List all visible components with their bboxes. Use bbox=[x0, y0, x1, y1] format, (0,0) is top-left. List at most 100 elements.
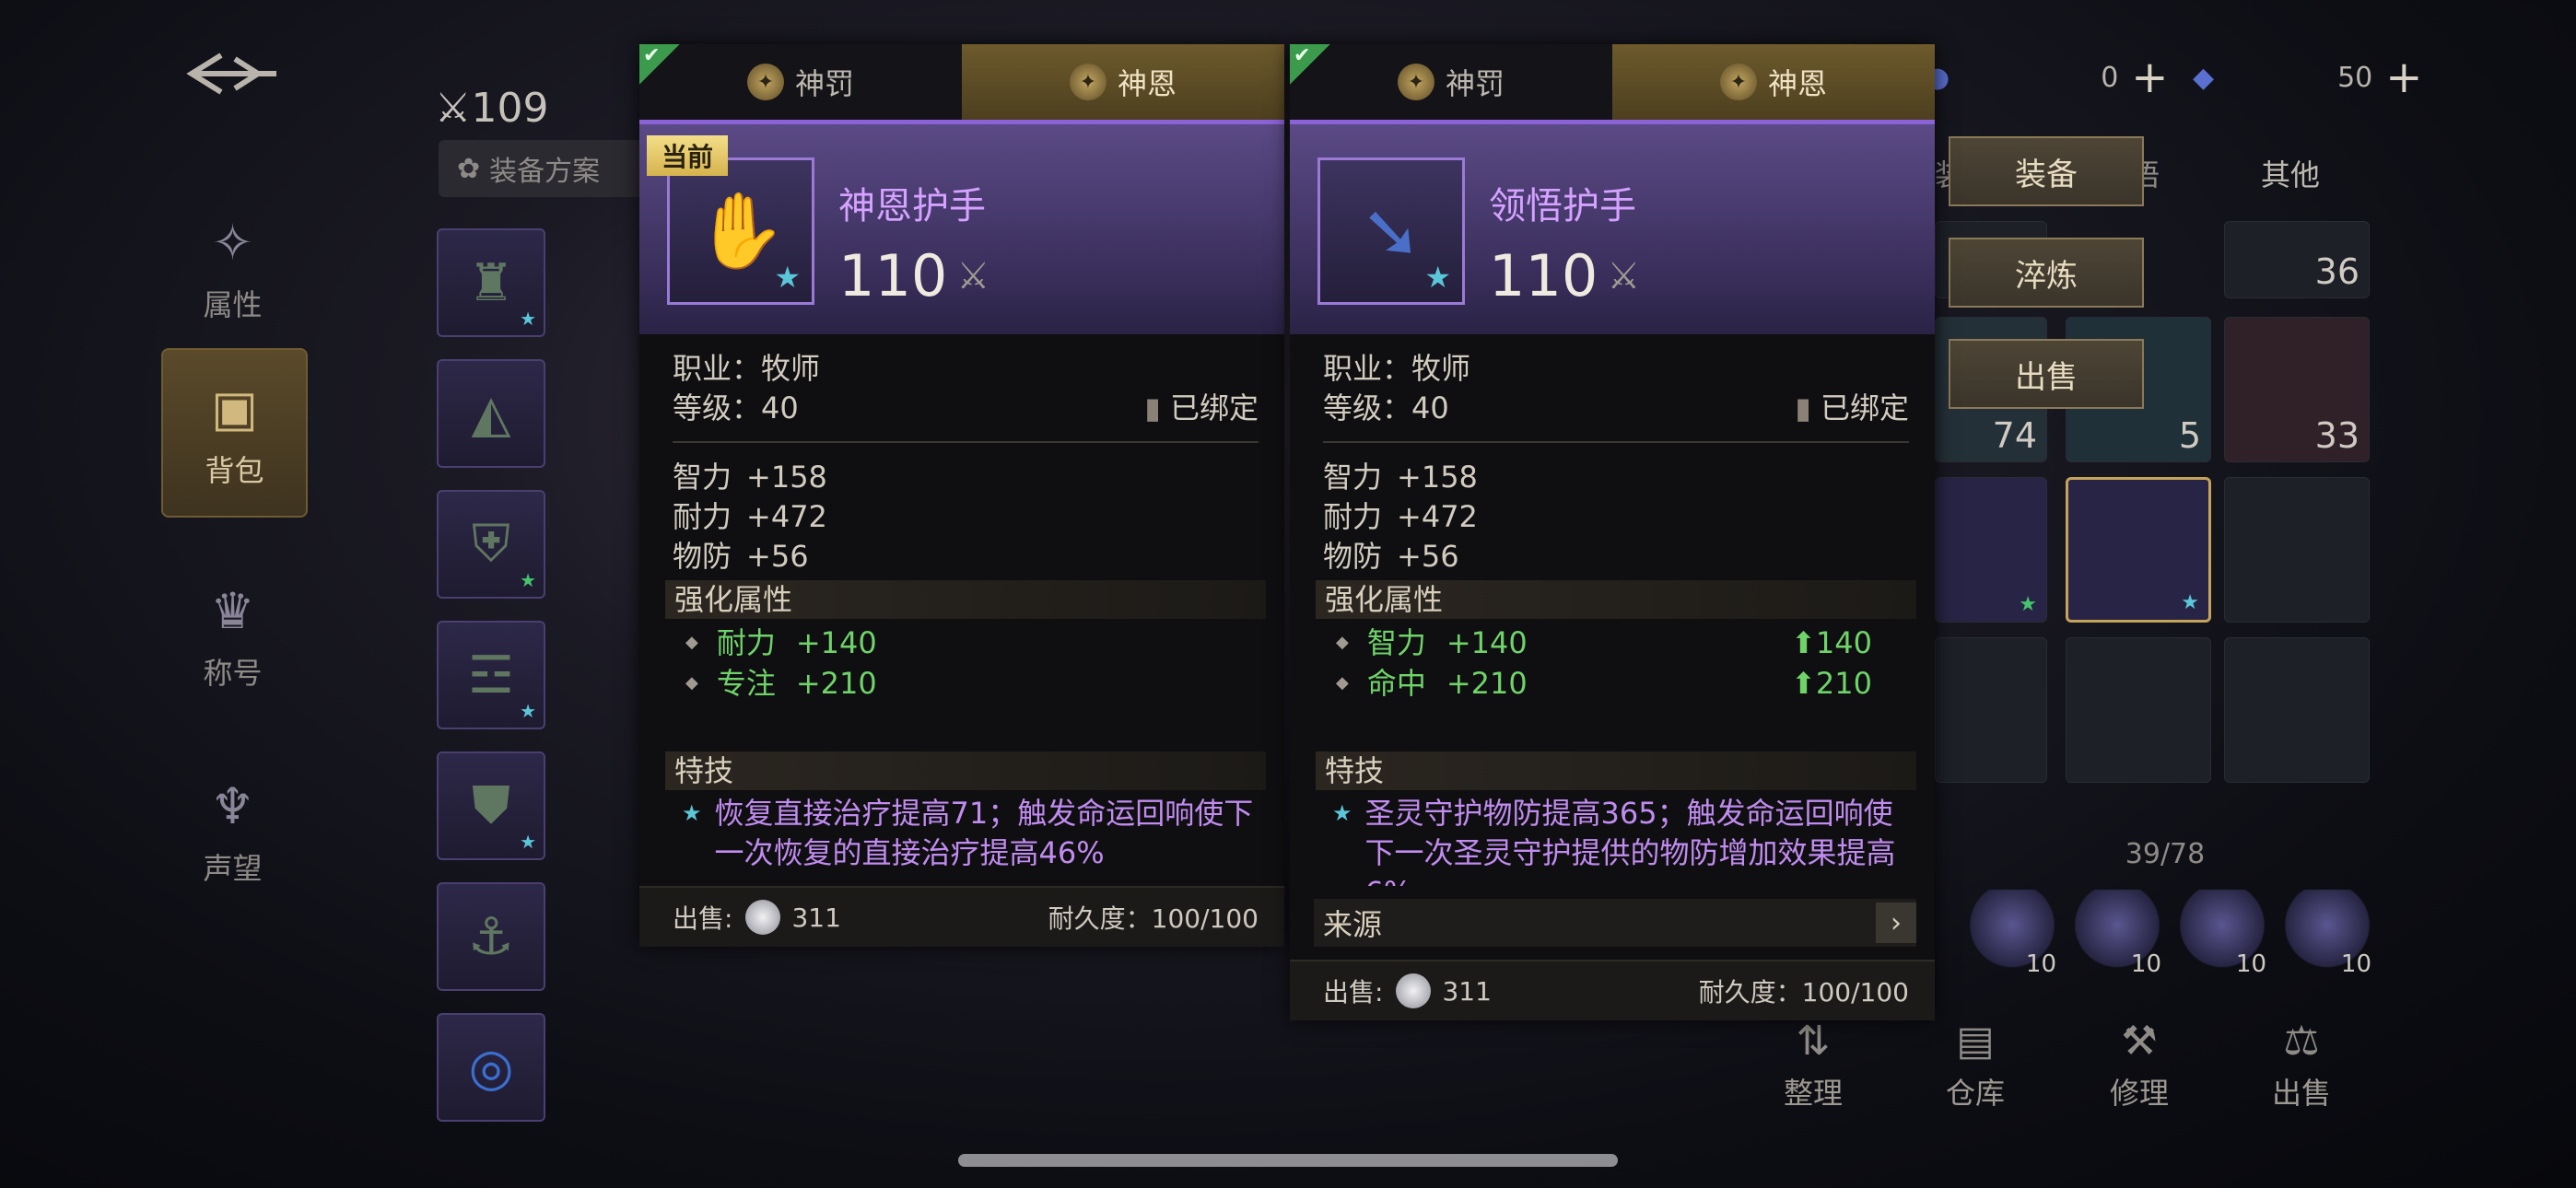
armor-icon: ⛨ bbox=[472, 514, 510, 574]
star-icon: ★ bbox=[1424, 260, 1451, 295]
star-icon: ★ bbox=[520, 569, 536, 591]
power-display: ⚔109 bbox=[435, 85, 548, 132]
backpack-icon: ▣ bbox=[210, 379, 259, 437]
home-indicator[interactable] bbox=[958, 1154, 1618, 1167]
consumable-bag-item[interactable]: 10 bbox=[2073, 890, 2161, 978]
stat-value: +56 bbox=[1397, 539, 1459, 574]
inventory-cell[interactable]: 33 bbox=[2224, 317, 2370, 462]
equip-slot-belt[interactable]: ☲ ★ bbox=[437, 621, 545, 729]
stat-name: 物防 bbox=[673, 539, 732, 574]
divider bbox=[1323, 441, 1909, 443]
skill-description: ★ 圣灵守护物防提高365；触发命运回响使下一次圣灵守护提供的物防增加效果提高6% bbox=[1323, 794, 1909, 886]
inventory-cell-empty[interactable] bbox=[2224, 477, 2370, 623]
emblem-icon: ✦ bbox=[746, 64, 784, 100]
gauntlet-icon: ★ bbox=[2019, 593, 2037, 616]
stat-name: 耐力 bbox=[673, 499, 732, 534]
enhance-value: +140 bbox=[1446, 625, 1528, 660]
equip-slot-boots[interactable]: ⚓ bbox=[437, 882, 545, 991]
nav-reputation-label: 声望 bbox=[203, 851, 263, 886]
currency-1-value: 0 bbox=[2101, 61, 2119, 94]
item-name: 神恩护手 bbox=[838, 185, 986, 227]
tab-divine-punish[interactable]: ✦ 神罚 bbox=[1290, 44, 1612, 120]
nav-title-label: 称号 bbox=[203, 656, 263, 691]
equip-slot-chest[interactable]: ⛨ ★ bbox=[437, 490, 545, 599]
repair-icon: ⚒ bbox=[2121, 1018, 2158, 1065]
enhance-row: ◆ 耐力 +140 bbox=[673, 623, 1259, 663]
inventory-cell[interactable]: ★ bbox=[1935, 477, 2047, 623]
diamond-icon: ◆ bbox=[1336, 633, 1349, 652]
equip-slot-shoulder[interactable]: ◭ bbox=[437, 359, 545, 468]
equip-scheme-label: 装备方案 bbox=[489, 156, 601, 188]
equip-slot-legs[interactable]: ⛊ ★ bbox=[437, 751, 545, 860]
warehouse-button[interactable]: ▤ 仓库 bbox=[1920, 1018, 2031, 1112]
item-tooltip-current: ✔ ✦ 神罚 ✦ 神恩 ✋ ★ 当前 神恩护手 110 ⚔ 职业： 牧师 等级： 40 ▮ … bbox=[639, 44, 1284, 947]
consumable-bag-item[interactable]: 10 bbox=[2283, 890, 2371, 978]
silver-coin-icon bbox=[745, 900, 781, 935]
back-button[interactable] bbox=[184, 46, 286, 101]
title-icon: ♛ bbox=[210, 581, 255, 640]
consumable-bag-item[interactable]: 10 bbox=[2178, 890, 2266, 978]
enhance-section-title: 强化属性 bbox=[665, 580, 1266, 619]
swords-icon: ⚔ bbox=[1607, 254, 1641, 297]
inventory-cell[interactable]: 36 bbox=[2224, 221, 2370, 298]
enhance-name: 智力 bbox=[1366, 625, 1426, 660]
add-currency-1-button[interactable]: + bbox=[2131, 55, 2168, 99]
nav-attribute[interactable]: ✧ 属性 bbox=[161, 184, 304, 350]
item-count: 10 bbox=[2025, 950, 2056, 978]
power-value: 109 bbox=[471, 85, 549, 132]
sell-button[interactable]: 出售 bbox=[1949, 339, 2144, 409]
diamond-icon: ◆ bbox=[685, 633, 698, 652]
bound-label: 已绑定 bbox=[1820, 390, 1909, 425]
star-icon: ★ bbox=[520, 700, 536, 722]
tab-divine-punish[interactable]: ✦ 神罚 bbox=[639, 44, 962, 120]
item-header: ✋ ★ 当前 神恩护手 110 ⚔ bbox=[639, 120, 1284, 334]
sell-price-label: 出售: bbox=[1323, 977, 1384, 1007]
bag-tab-other[interactable]: 其他 bbox=[2261, 152, 2320, 194]
item-count: 10 bbox=[2340, 950, 2371, 978]
nav-reputation[interactable]: ♆ 声望 bbox=[161, 748, 304, 914]
inventory-cell-empty[interactable] bbox=[2224, 637, 2370, 783]
nav-title[interactable]: ♛ 称号 bbox=[161, 553, 304, 718]
equip-button[interactable]: 装备 bbox=[1949, 136, 2144, 206]
refine-button[interactable]: 淬炼 bbox=[1949, 238, 2144, 308]
up-arrow-icon: ⬆140 bbox=[1791, 625, 1872, 660]
tab-divine-grace[interactable]: ✦ 神恩 bbox=[1612, 44, 1935, 120]
add-currency-2-button[interactable]: + bbox=[2385, 55, 2422, 99]
enhance-value: +210 bbox=[1446, 666, 1528, 701]
repair-label: 修理 bbox=[2109, 1076, 2169, 1111]
consumable-bag-item[interactable]: 10 bbox=[1968, 890, 2056, 978]
stat-value: +472 bbox=[746, 499, 827, 534]
chevron-right-icon[interactable]: › bbox=[1876, 903, 1916, 943]
sort-button[interactable]: ⇅ 整理 bbox=[1758, 1018, 1868, 1112]
diamond-icon: ◆ bbox=[1336, 673, 1349, 693]
nav-backpack[interactable]: ▣ 背包 bbox=[161, 348, 308, 518]
enhance-row: ◆ 智力 +140 ⬆140 bbox=[1323, 623, 1909, 663]
sell-price-value: 311 bbox=[1442, 975, 1492, 1007]
item-footer: 出售: 311 耐久度：100/100 bbox=[639, 886, 1284, 947]
durability: 耐久度：100/100 bbox=[1048, 903, 1259, 934]
level-value: 40 bbox=[761, 390, 799, 425]
sort-label: 整理 bbox=[1783, 1076, 1843, 1111]
tab-divine-grace[interactable]: ✦ 神恩 bbox=[962, 44, 1284, 120]
item-icon: ➘ ★ bbox=[1317, 157, 1465, 305]
inventory-cell-selected[interactable]: ★ bbox=[2066, 477, 2211, 623]
inventory-cell-empty[interactable] bbox=[2066, 637, 2211, 783]
source-row[interactable]: 来源 › bbox=[1314, 899, 1916, 947]
level-label: 等级： bbox=[673, 390, 762, 425]
bound-label: 已绑定 bbox=[1169, 390, 1259, 425]
inventory-cell-empty[interactable] bbox=[1935, 637, 2047, 783]
tab-label: 神罚 bbox=[794, 66, 854, 101]
boots-icon: ⚓ bbox=[467, 906, 515, 967]
currency-2: ◆ 50 + bbox=[2193, 55, 2422, 99]
bound-status: ▮ 已绑定 bbox=[1795, 389, 1909, 428]
emblem-icon: ✦ bbox=[1719, 64, 1757, 100]
equip-slot-ring[interactable]: ◎ bbox=[437, 1013, 545, 1122]
equip-slot-head[interactable]: ♜ ★ bbox=[437, 228, 545, 337]
item-count: 10 bbox=[2130, 950, 2161, 978]
repair-button[interactable]: ⚒ 修理 bbox=[2084, 1018, 2195, 1112]
sell-bottom-button[interactable]: ⚖ 出售 bbox=[2246, 1018, 2357, 1112]
skill-description: ★ 恢复直接治疗提高71；触发命运回响使下一次恢复的直接治疗提高46% bbox=[673, 794, 1259, 886]
class-value: 牧师 bbox=[761, 351, 821, 386]
equip-scheme-button[interactable]: ✿ 装备方案 bbox=[439, 140, 650, 197]
stat-name: 智力 bbox=[673, 460, 732, 495]
